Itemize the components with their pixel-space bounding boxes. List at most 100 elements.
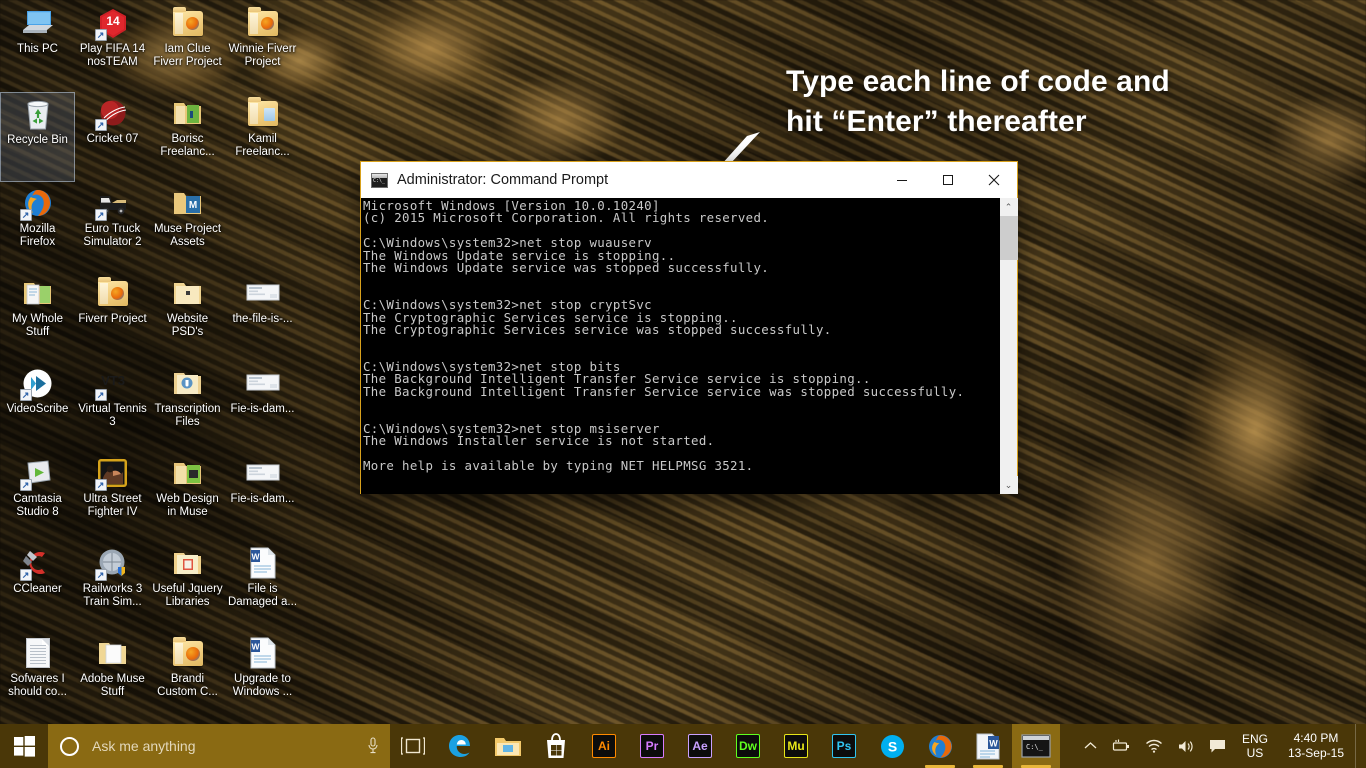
console-scrollbar[interactable]: ⌃ ⌄ xyxy=(999,198,1018,494)
taskbar-button-mozilla-firefox[interactable] xyxy=(916,724,964,768)
desktop-icon[interactable]: Adobe Muse Stuff xyxy=(75,632,150,722)
taskbar-button-adobe-illustrator[interactable]: Ai xyxy=(580,724,628,768)
console-line: (c) 2015 Microsoft Corporation. All righ… xyxy=(363,210,770,226)
maximize-button[interactable] xyxy=(925,162,971,198)
shortcut-arrow-icon xyxy=(19,569,32,581)
cortana-circle-icon[interactable] xyxy=(60,736,79,756)
desktop-icon[interactable]: CCleaner xyxy=(0,542,75,632)
clock[interactable]: 4:40 PM 13-Sep-15 xyxy=(1277,724,1355,768)
microphone-icon[interactable] xyxy=(364,737,382,755)
desktop-icon-label: Sofwares I should co... xyxy=(8,673,67,698)
desktop-icon[interactable]: My Whole Stuff xyxy=(0,272,75,362)
battery-icon[interactable] xyxy=(1104,724,1138,768)
desktop-icon-label: Borisc Freelanc... xyxy=(160,133,215,158)
desktop-icon[interactable]: Iam Clue Fiverr Project xyxy=(150,2,225,92)
desktop-icon-label: Camtasia Studio 8 xyxy=(13,493,62,518)
desktop-icon-label: VideoScribe xyxy=(6,403,69,415)
console-line: The Background Intelligent Transfer Serv… xyxy=(363,383,965,399)
desktop-icon[interactable]: Website PSD's xyxy=(150,272,225,362)
desktop-icon[interactable]: the-file-is-... xyxy=(225,272,300,362)
svg-text:W: W xyxy=(251,552,260,562)
desktop-icon[interactable]: Ultra Street Fighter IV xyxy=(75,452,150,542)
show-desktop-button[interactable] xyxy=(1355,724,1362,768)
desktop-icon-label: Recycle Bin xyxy=(7,134,68,146)
start-button[interactable] xyxy=(0,724,48,768)
desktop-icon[interactable]: Sofwares I should co... xyxy=(0,632,75,722)
minimize-button[interactable] xyxy=(879,162,925,198)
window-title: Administrator: Command Prompt xyxy=(397,172,609,188)
desktop-icon[interactable]: Borisc Freelanc... xyxy=(150,92,225,182)
desktop-icon[interactable]: Camtasia Studio 8 xyxy=(0,452,75,542)
desktop-icon[interactable]: Winnie Fiverr Project xyxy=(225,2,300,92)
desktop-icon[interactable]: W File is Damaged a... xyxy=(225,542,300,632)
desktop-icon[interactable]: 14 Play FIFA 14 nosTEAM xyxy=(75,2,150,92)
wifi-icon[interactable] xyxy=(1138,724,1170,768)
window-titlebar[interactable]: Administrator: Command Prompt xyxy=(361,162,1017,198)
taskbar-button-command-prompt[interactable]: C:\_ xyxy=(1012,724,1060,768)
taskbar-button-adobe-muse[interactable]: Mu xyxy=(772,724,820,768)
desktop-icon-label: Upgrade to Windows ... xyxy=(232,673,293,698)
close-button[interactable] xyxy=(971,162,1017,198)
desktop-icon[interactable]: Web Design in Muse xyxy=(150,452,225,542)
taskbar-button-adobe-premiere-pro[interactable]: Pr xyxy=(628,724,676,768)
shortcut-arrow-icon xyxy=(94,389,107,401)
desktop-icon[interactable]: Fie-is-dam... xyxy=(225,362,300,452)
desktop-icon-label: Winnie Fiverr Project xyxy=(228,43,297,68)
show-hidden-icons-chevron-icon[interactable] xyxy=(1077,724,1104,768)
desktop-icon[interactable]: Cricket 07 xyxy=(75,92,150,182)
desktop-icon[interactable]: Fiverr Project xyxy=(75,272,150,362)
desktop-icon[interactable]: Brandi Custom C... xyxy=(150,632,225,722)
taskbar-button-adobe-dreamweaver[interactable]: Dw xyxy=(724,724,772,768)
search-input[interactable]: Ask me anything xyxy=(48,724,390,768)
desktop-icon[interactable]: Kamil Freelanc... xyxy=(225,92,300,182)
scroll-down-arrow-icon[interactable]: ⌄ xyxy=(999,476,1018,494)
microsoft-store-icon xyxy=(547,733,565,758)
desktop-icon[interactable]: Useful Jquery Libraries xyxy=(150,542,225,632)
taskbar-button-adobe-after-effects[interactable]: Ae xyxy=(676,724,724,768)
desktop-icon[interactable]: W Upgrade to Windows ... xyxy=(225,632,300,722)
taskbar-button-microsoft-word[interactable]: W xyxy=(964,724,1012,768)
desktop-icon[interactable]: Transcription Files xyxy=(150,362,225,452)
console-body[interactable]: Microsoft Windows [Version 10.0.10240] (c… xyxy=(361,198,1018,494)
svg-text:S: S xyxy=(887,738,896,754)
taskbar-button-skype[interactable]: S xyxy=(868,724,916,768)
desktop-icon[interactable]: Railworks 3 Train Sim... xyxy=(75,542,150,632)
svg-text:M: M xyxy=(189,200,197,211)
desktop-icon-label: Railworks 3 Train Sim... xyxy=(82,583,143,608)
scrollbar-track[interactable] xyxy=(999,216,1018,476)
action-center-icon[interactable] xyxy=(1202,724,1233,768)
desktop-icon-label: Website PSD's xyxy=(166,313,209,338)
desktop-icon-label: Euro Truck Simulator 2 xyxy=(83,223,142,248)
taskbar-button-file-explorer[interactable] xyxy=(484,724,532,768)
taskbar-button-edge[interactable] xyxy=(436,724,484,768)
speaker-icon[interactable] xyxy=(1170,724,1202,768)
svg-text:C:\_: C:\_ xyxy=(1026,743,1044,751)
clock-time: 4:40 PM xyxy=(1293,731,1339,745)
desktop-icon-label: Useful Jquery Libraries xyxy=(152,583,223,608)
task-view-button[interactable] xyxy=(390,724,436,768)
desktop-icon[interactable]: Mozilla Firefox xyxy=(0,182,75,272)
language-indicator[interactable]: ENG US xyxy=(1233,724,1277,768)
desktop-icon[interactable]: VT3 Virtual Tennis 3 xyxy=(75,362,150,452)
desktop-icon[interactable]: This PC xyxy=(0,2,75,92)
scrollbar-thumb[interactable] xyxy=(999,216,1018,260)
folder-my-whole-stuff-icon xyxy=(24,283,51,305)
language-line-1: ENG xyxy=(1241,732,1268,746)
desktop-icon[interactable]: VideoScribe xyxy=(0,362,75,452)
desktop-icon[interactable]: M Muse Project Assets xyxy=(150,182,225,272)
desktop-icon[interactable]: Fie-is-dam... xyxy=(225,452,300,542)
console-output[interactable]: Microsoft Windows [Version 10.0.10240] (c… xyxy=(361,198,999,494)
desktop-icon[interactable]: Recycle Bin xyxy=(0,92,75,182)
damaged-image-file-icon xyxy=(246,374,279,391)
desktop-icon-label: Fiverr Project xyxy=(78,313,147,325)
word-document-icon: W xyxy=(250,547,275,579)
taskbar-button-microsoft-store[interactable] xyxy=(532,724,580,768)
taskbar-button-adobe-photoshop[interactable]: Ps xyxy=(820,724,868,768)
command-prompt-window[interactable]: Administrator: Command Prompt Microsoft … xyxy=(360,161,1018,494)
desktop-icon-label: Muse Project Assets xyxy=(153,223,222,248)
folder-with-firefox-icon xyxy=(247,6,278,36)
desktop-icon[interactable]: Euro Truck Simulator 2 xyxy=(75,182,150,272)
folder-transcription-files-icon xyxy=(174,373,201,394)
desktop-icon-label: Brandi Custom C... xyxy=(157,673,218,698)
scroll-up-arrow-icon[interactable]: ⌃ xyxy=(999,198,1018,216)
